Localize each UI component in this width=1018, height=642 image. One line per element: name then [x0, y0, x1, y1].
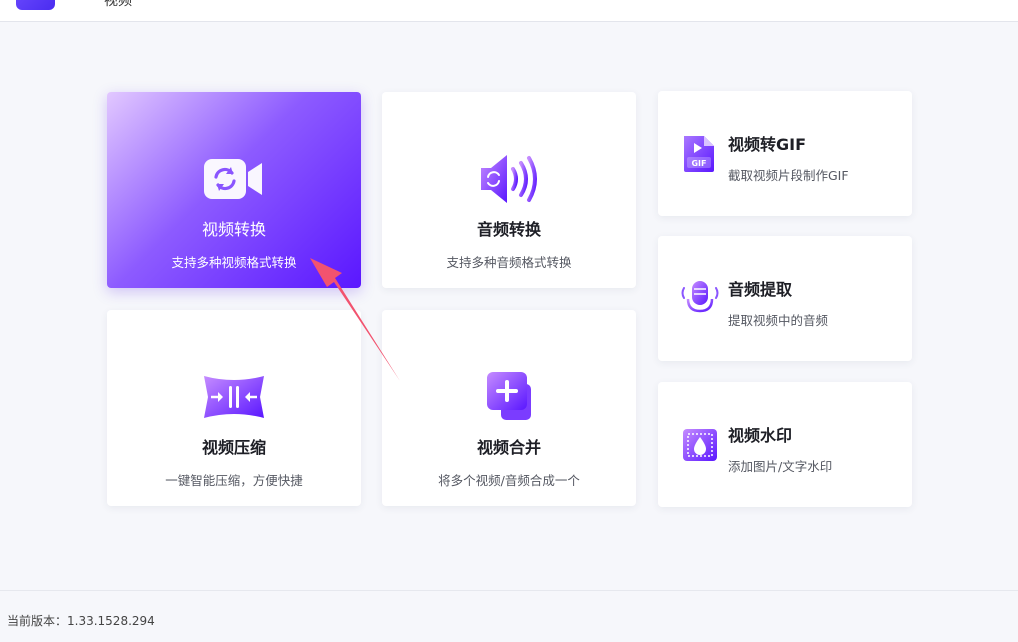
app-logo	[16, 0, 55, 10]
video-watermark-card[interactable]: 视频水印 添加图片/文字水印	[658, 382, 912, 507]
video-watermark-desc: 添加图片/文字水印	[728, 459, 833, 474]
app-title: 视频	[104, 0, 132, 9]
audio-convert-desc: 支持多种音频格式转换	[446, 255, 572, 270]
video-gif-title: 视频转GIF	[728, 135, 807, 154]
audio-convert-card[interactable]: 音频转换 支持多种音频格式转换	[382, 92, 636, 288]
audio-convert-icon	[481, 155, 537, 203]
svg-text:GIF: GIF	[691, 159, 706, 168]
video-compress-desc: 一键智能压缩，方便快捷	[165, 473, 303, 488]
gif-file-icon: GIF	[684, 136, 714, 172]
microphone-icon	[681, 281, 719, 319]
version-label: 当前版本：1.33.1528.294	[7, 614, 155, 628]
compress-icon	[204, 376, 264, 418]
video-watermark-title: 视频水印	[728, 426, 793, 445]
video-compress-title: 视频压缩	[201, 438, 266, 457]
video-merge-desc: 将多个视频/音频合成一个	[438, 473, 580, 488]
audio-extract-card[interactable]: 音频提取 提取视频中的音频	[658, 236, 912, 361]
video-merge-title: 视频合并	[476, 438, 541, 457]
audio-convert-title: 音频转换	[476, 220, 541, 239]
video-convert-card[interactable]: 视频转换 支持多种视频格式转换	[107, 92, 361, 288]
video-gif-card[interactable]: GIF 视频转GIF 截取视频片段制作GIF	[658, 91, 912, 216]
video-gif-desc: 截取视频片段制作GIF	[728, 168, 849, 183]
footer-divider	[0, 590, 1018, 591]
watermark-icon	[683, 429, 717, 461]
merge-plus-icon	[487, 372, 531, 420]
audio-extract-desc: 提取视频中的音频	[728, 313, 829, 328]
video-compress-card[interactable]: 视频压缩 一键智能压缩，方便快捷	[107, 310, 361, 506]
title-bar: 视频	[0, 0, 1018, 22]
video-convert-title: 视频转换	[201, 220, 266, 239]
video-merge-card[interactable]: 视频合并 将多个视频/音频合成一个	[382, 310, 636, 506]
video-convert-desc: 支持多种视频格式转换	[171, 255, 297, 270]
audio-extract-title: 音频提取	[728, 280, 793, 299]
video-convert-icon	[204, 159, 262, 199]
